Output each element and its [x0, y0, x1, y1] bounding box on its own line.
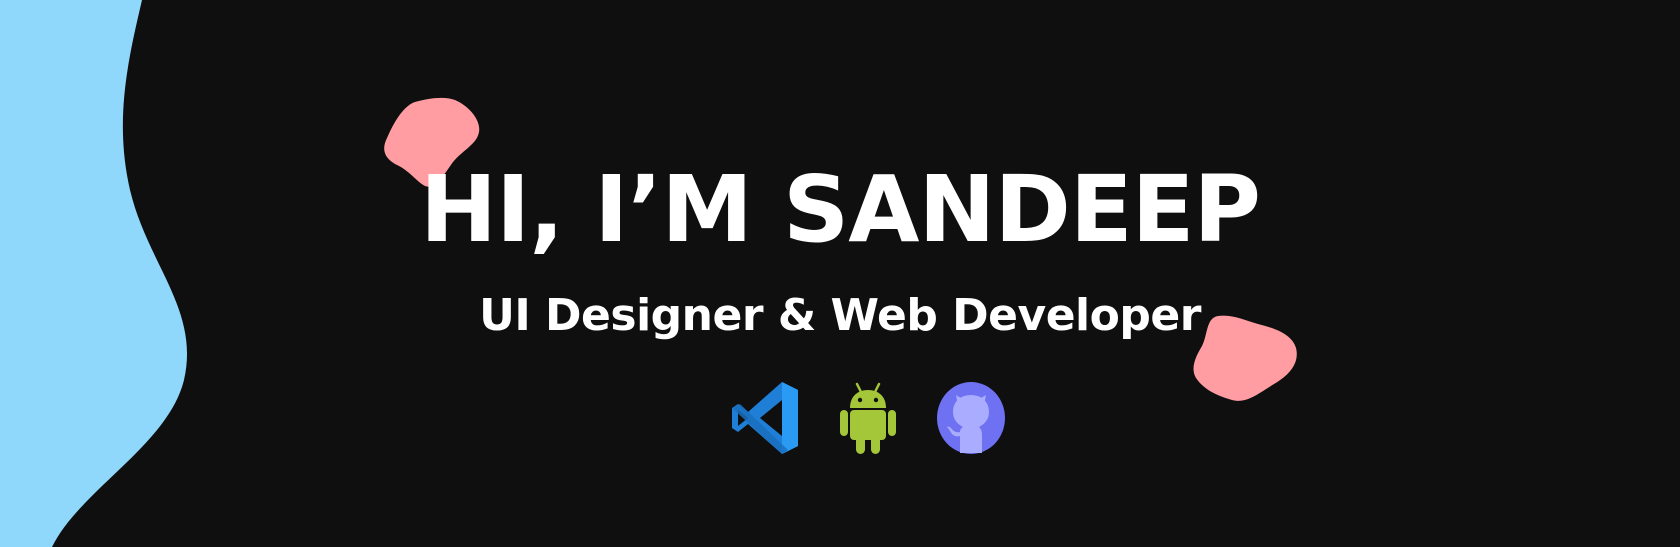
tech-icons: [732, 378, 1006, 458]
hero-banner: HI, I’M SANDEEP UI Designer & Web Develo…: [0, 0, 1680, 547]
wave-decoration: [0, 0, 188, 547]
github-icon: [936, 381, 1006, 455]
android-icon: [838, 380, 898, 456]
vscode-icon: [732, 380, 800, 456]
page-title: HI, I’M SANDEEP: [420, 156, 1261, 263]
page-subtitle: UI Designer & Web Developer: [479, 290, 1201, 341]
